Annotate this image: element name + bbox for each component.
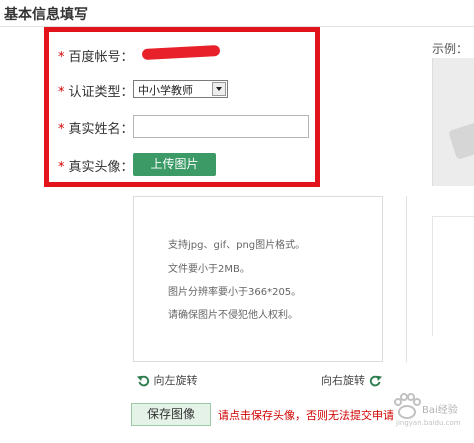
example-label: 示例： [432, 42, 469, 56]
resolution-hint: 图片分辨率要小于366*205。 [168, 287, 302, 298]
rotate-right-icon [369, 375, 382, 387]
size-hint: 文件要小于2MB。 [168, 264, 250, 275]
rotate-right-button[interactable]: 向右旋转 [321, 372, 383, 388]
avatar-preview-panel [133, 196, 383, 362]
rotate-left-icon [136, 375, 150, 387]
side-divider [406, 196, 407, 362]
save-image-button[interactable]: 保存图像 [131, 403, 211, 426]
rights-hint: 请确保图片不侵犯他人权利。 [168, 310, 298, 321]
watermark-url: jingyan.baidu.com [396, 419, 461, 427]
watermark-brand: Bai经验 [422, 405, 458, 416]
example-preview-box [432, 216, 474, 336]
rotate-left-label: 向左旋转 [153, 374, 198, 387]
highlight-frame [44, 27, 320, 187]
page-root: 基本信息填写 示例： * 百度帐号： * 认证类型： 中小学教师 * 真实姓名： * 真… [0, 0, 474, 443]
watermark: Bai经验 jingyan.baidu.com [388, 389, 472, 433]
save-reminder: 请点击保存头像，否则无法提交申请 [218, 409, 394, 422]
rotate-right-label: 向右旋转 [321, 374, 365, 387]
format-hint: 支持jpg、gif、png图片格式。 [168, 240, 306, 251]
example-image [432, 58, 474, 186]
rotate-left-button[interactable]: 向左旋转 [136, 372, 198, 388]
page-title: 基本信息填写 [4, 7, 88, 23]
paw-logo-icon [394, 393, 421, 419]
